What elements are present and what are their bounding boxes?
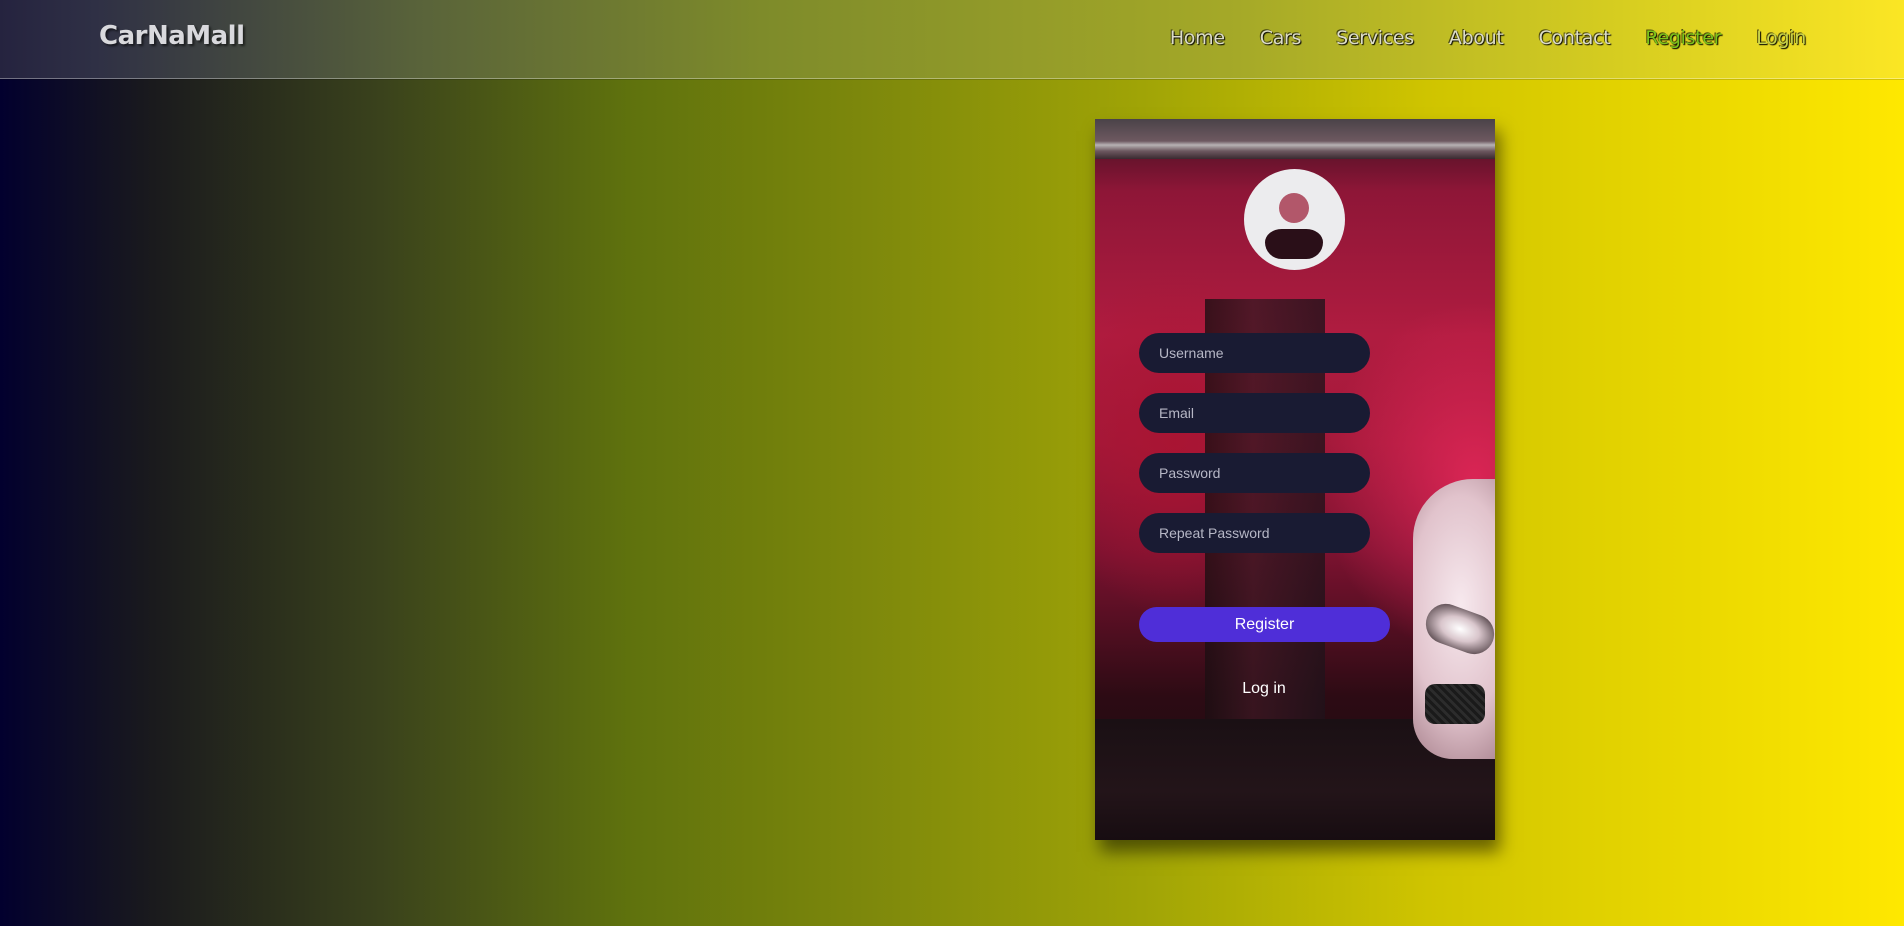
card-background-ceiling bbox=[1095, 119, 1495, 159]
avatar-body bbox=[1265, 229, 1323, 259]
nav-about[interactable]: About bbox=[1449, 27, 1504, 49]
password-input[interactable] bbox=[1139, 453, 1370, 493]
register-button[interactable]: Register bbox=[1139, 607, 1390, 642]
brand-logo[interactable]: CarNaMall bbox=[99, 21, 245, 51]
avatar-head bbox=[1279, 193, 1309, 223]
nav-cars[interactable]: Cars bbox=[1260, 27, 1302, 49]
repeat-password-input[interactable] bbox=[1139, 513, 1370, 553]
card-background-grille bbox=[1425, 684, 1485, 724]
nav-services[interactable]: Services bbox=[1336, 27, 1414, 49]
navbar: CarNaMall Home Cars Services About Conta… bbox=[0, 0, 1904, 79]
nav-login[interactable]: Login bbox=[1756, 27, 1806, 49]
main-nav: Home Cars Services About Contact Registe… bbox=[1135, 27, 1806, 49]
register-card: Register Log in bbox=[1095, 119, 1495, 840]
email-input[interactable] bbox=[1139, 393, 1370, 433]
user-avatar-icon bbox=[1244, 169, 1345, 270]
nav-contact[interactable]: Contact bbox=[1539, 27, 1611, 49]
login-link[interactable]: Log in bbox=[1239, 680, 1289, 698]
username-input[interactable] bbox=[1139, 333, 1370, 373]
nav-home[interactable]: Home bbox=[1170, 27, 1225, 49]
nav-register[interactable]: Register bbox=[1645, 27, 1721, 49]
